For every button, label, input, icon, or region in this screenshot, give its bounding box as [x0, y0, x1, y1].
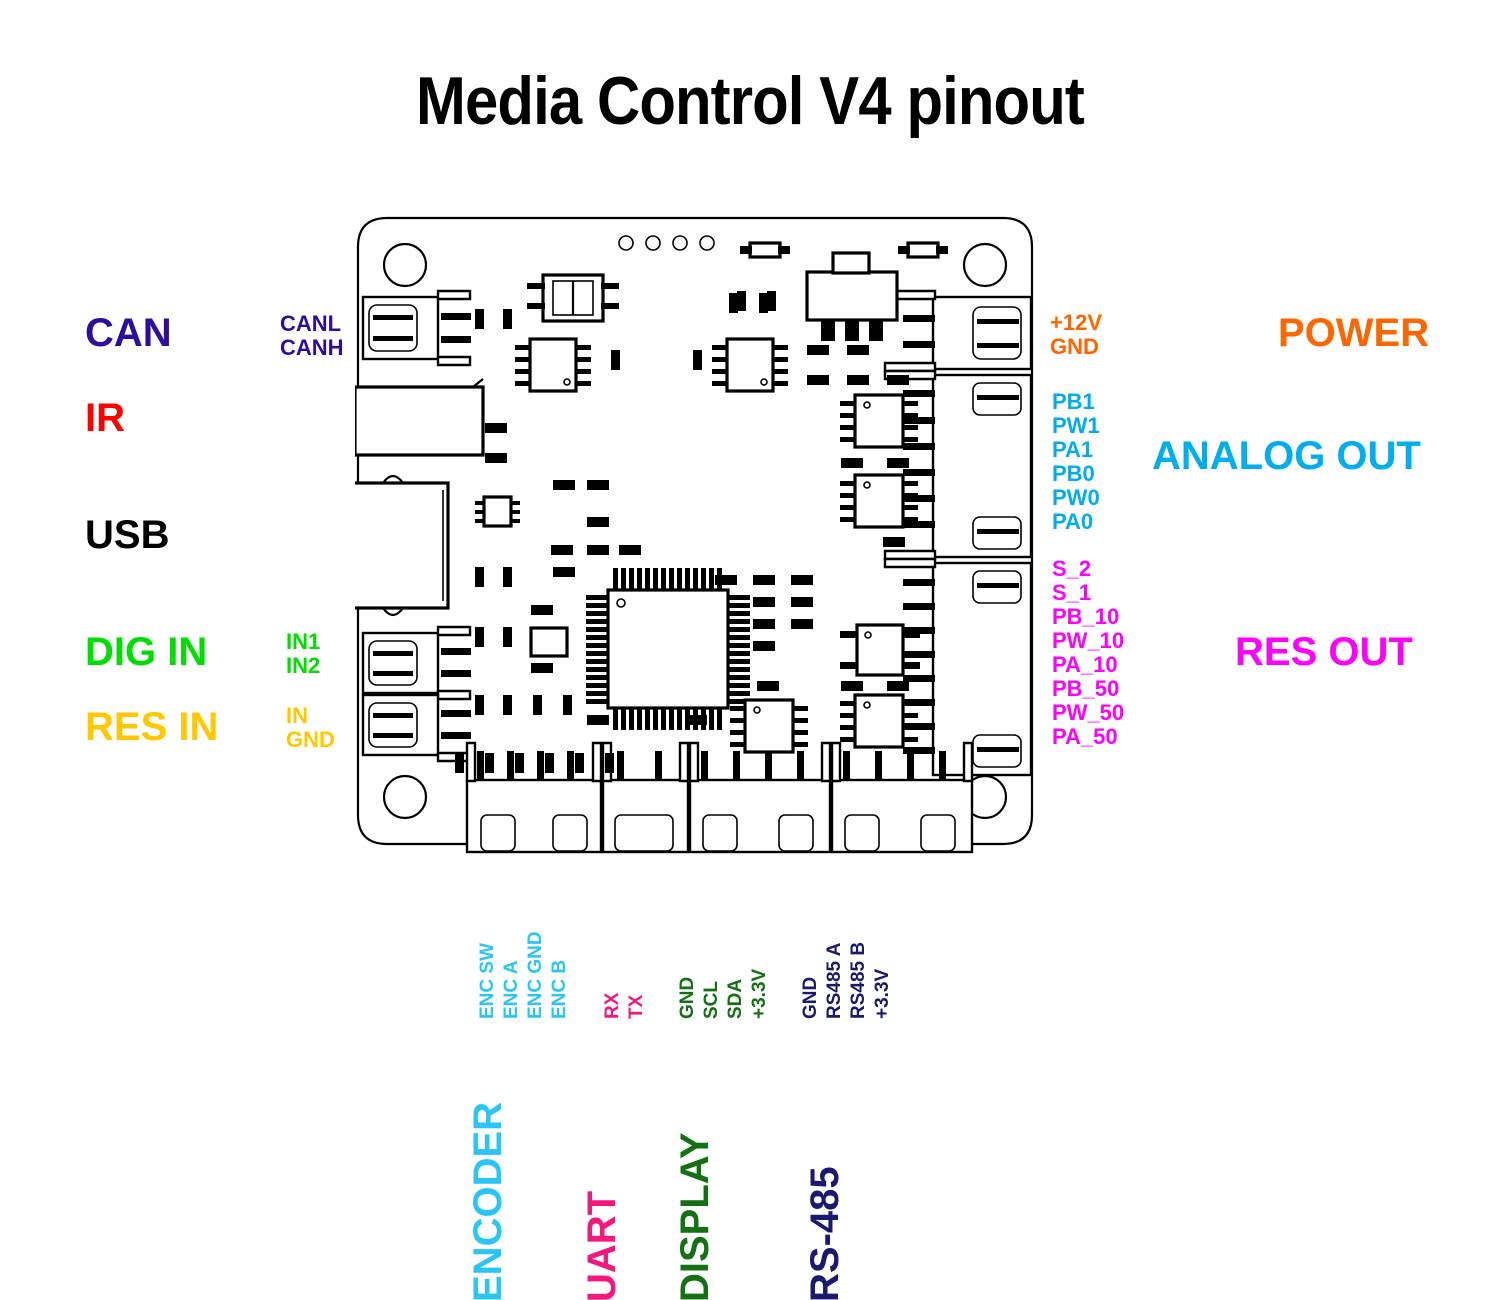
group-label-dig-in: DIG IN — [85, 630, 208, 674]
pin-label: GND — [677, 976, 698, 1019]
diode — [740, 241, 790, 259]
pin-label: PA_50 — [1052, 724, 1118, 749]
pin-label: PA_10 — [1052, 652, 1118, 677]
voltage-regulator — [805, 251, 899, 341]
group-label-ir: IR — [85, 396, 125, 440]
pin-label: +3.3V — [749, 968, 770, 1019]
pin-label: PA1 — [1052, 437, 1094, 462]
pin-label: ENC B — [549, 959, 570, 1019]
pin-label: IN1 — [286, 629, 321, 654]
pin-label: PB1 — [1052, 389, 1095, 414]
usb-connector — [298, 474, 450, 617]
pin-label: CANL — [280, 311, 342, 336]
pin-label: IN — [286, 703, 308, 728]
smd-component — [529, 626, 569, 658]
pinout-diagram: Media Control V4 pinout CAN CANL CANH IR… — [0, 0, 1500, 1300]
pin-label: RS485 B — [848, 941, 869, 1019]
optocoupler — [527, 273, 619, 323]
pin-labels-res-out: S_2 S_1 PB_10 PW_10 PA_10 PB_50 PW_50 PA… — [1052, 557, 1124, 749]
group-label-usb: USB — [85, 513, 170, 557]
pin-label: GND — [1050, 334, 1099, 359]
group-label-uart: UART — [580, 1190, 624, 1300]
group-label-analog-out: ANALOG OUT — [1152, 434, 1421, 478]
pin-label: SCL — [701, 981, 722, 1019]
mcu-qfp — [586, 568, 750, 730]
display-connector — [688, 741, 832, 854]
pin-label: PW1 — [1052, 413, 1100, 438]
group-label-rs485: RS-485 — [803, 1166, 847, 1300]
pin-label: SDA — [725, 978, 746, 1019]
soic-ic — [712, 337, 788, 393]
pin-label: RS485 A — [824, 942, 845, 1019]
pin-label: GND — [800, 976, 821, 1019]
pin-label: +12V — [1050, 310, 1102, 335]
pin-labels-res-in: IN GND — [286, 704, 335, 752]
soic-ic — [730, 698, 808, 754]
res-in-connector — [361, 693, 472, 763]
pin-label: S_2 — [1052, 556, 1092, 581]
pin-label: ENC SW — [477, 943, 498, 1019]
pin-label: PW_50 — [1052, 700, 1125, 725]
pin-label: TX — [626, 994, 647, 1019]
group-label-power: POWER — [1278, 311, 1430, 355]
pin-label: ENC A — [501, 960, 522, 1019]
group-label-res-in: RES IN — [85, 705, 219, 749]
soic-ic — [515, 337, 591, 393]
diode — [898, 241, 948, 259]
soic-ic — [840, 693, 918, 749]
pin-label: PB_50 — [1052, 676, 1120, 701]
pin-labels-analog-out: PB1 PW1 PA1 PB0 PW0 PA0 — [1052, 390, 1100, 534]
pin-labels-can: CANL CANH — [280, 312, 344, 360]
uart-connector — [601, 741, 690, 854]
can-connector — [361, 289, 472, 367]
pin-label: CANH — [280, 335, 344, 360]
pin-labels-dig-in: IN1 IN2 — [286, 630, 320, 678]
pin-label: PW_10 — [1052, 628, 1125, 653]
pin-label: +3.3V — [872, 968, 893, 1019]
pin-label: PW0 — [1052, 485, 1100, 510]
sot23-ic — [475, 495, 520, 528]
power-connector — [883, 289, 1033, 373]
pcb-board-drawing — [298, 215, 1035, 885]
pin-label: S_1 — [1052, 580, 1092, 605]
group-label-display: DISPLAY — [673, 1132, 717, 1300]
pin-labels-power: +12V GND — [1050, 311, 1102, 359]
pin-label: PA0 — [1052, 509, 1094, 534]
pin-label: ENC GND — [525, 931, 546, 1019]
page-title: Media Control V4 pinout — [416, 63, 1085, 139]
pin-label: PB0 — [1052, 461, 1095, 486]
group-label-res-out: RES OUT — [1235, 630, 1413, 674]
pin-label: PB_10 — [1052, 604, 1120, 629]
group-label-can: CAN — [85, 311, 172, 355]
soic-ic — [840, 623, 920, 677]
group-label-encoder: ENCODER — [466, 1101, 510, 1300]
pin-label: IN2 — [286, 653, 321, 678]
pin-label: RX — [602, 992, 623, 1019]
dig-in-connector — [361, 625, 472, 701]
pin-label: GND — [286, 727, 335, 752]
ir-receiver — [353, 378, 485, 457]
